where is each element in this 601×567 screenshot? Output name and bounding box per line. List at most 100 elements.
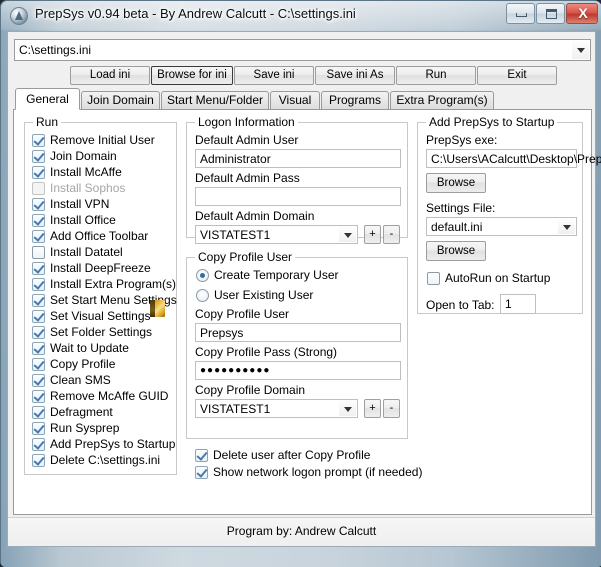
default-admin-user-input[interactable]: Administrator bbox=[195, 149, 401, 168]
tab-start-menu-folder[interactable]: Start Menu/Folder bbox=[161, 91, 269, 110]
run-checkbox-label: Set Visual Settings bbox=[50, 309, 151, 323]
remove-admin-domain-button[interactable]: - bbox=[383, 225, 400, 244]
settings-file-combobox[interactable]: default.ini bbox=[426, 217, 577, 236]
prepsys-exe-label: PrepSys exe: bbox=[426, 133, 497, 147]
add-admin-domain-button[interactable]: + bbox=[364, 225, 381, 244]
default-admin-pass-label: Default Admin Pass bbox=[195, 171, 300, 185]
run-checkbox-label: Join Domain bbox=[50, 149, 117, 163]
checkbox-indicator bbox=[32, 214, 45, 227]
tab-join-domain[interactable]: Join Domain bbox=[81, 91, 160, 110]
title-bar[interactable]: PrepSys v0.94 beta - By Andrew Calcutt -… bbox=[1, 1, 601, 31]
settings-file-value: default.ini bbox=[431, 220, 482, 234]
status-bar: Program by: Andrew Calcutt bbox=[8, 517, 595, 546]
tab-general[interactable]: General bbox=[15, 88, 80, 110]
run-checkbox-label: Add PrepSys to Startup bbox=[50, 437, 175, 451]
chevron-down-icon[interactable] bbox=[339, 401, 356, 416]
tab-strip: GeneralJoin DomainStart Menu/FolderVisua… bbox=[13, 88, 592, 110]
checkbox-indicator bbox=[32, 342, 45, 355]
ini-path-combobox[interactable]: C:\settings.ini bbox=[14, 39, 591, 61]
copy-profile-user-value: Prepsys bbox=[200, 326, 243, 340]
checkbox-indicator bbox=[32, 438, 45, 451]
tab-programs[interactable]: Programs bbox=[321, 91, 389, 110]
minimize-button[interactable] bbox=[506, 3, 535, 24]
run-checkbox-label: Install Sophos bbox=[50, 181, 125, 195]
run-checkbox-label: Add Office Toolbar bbox=[50, 229, 148, 243]
profile-option-label: Show network logon prompt (if needed) bbox=[213, 465, 422, 479]
checkbox-indicator bbox=[32, 310, 45, 323]
autorun-on-startup-label: AutoRun on Startup bbox=[445, 271, 550, 285]
copy-profile-domain-combobox[interactable]: VISTATEST1 bbox=[195, 399, 358, 418]
checkbox-indicator bbox=[32, 150, 45, 163]
run-checkbox-label: Set Folder Settings bbox=[50, 325, 152, 339]
prepsys-exe-value: C:\Users\ACalcutt\Desktop\Preps bbox=[431, 152, 601, 166]
add-copy-profile-domain-button[interactable]: + bbox=[364, 399, 381, 418]
run-checkbox-label: Defragment bbox=[50, 405, 113, 419]
checkbox-indicator bbox=[195, 466, 208, 479]
copy-profile-user-input[interactable]: Prepsys bbox=[195, 323, 401, 342]
checkbox-indicator bbox=[32, 230, 45, 243]
copy-profile-pass-label: Copy Profile Pass (Strong) bbox=[195, 345, 337, 359]
run-checkbox-label: Install VPN bbox=[50, 197, 109, 211]
window-title: PrepSys v0.94 beta - By Andrew Calcutt -… bbox=[35, 6, 356, 21]
run-checkbox-label: Delete C:\settings.ini bbox=[50, 453, 160, 467]
startup-group-legend: Add PrepSys to Startup bbox=[426, 115, 557, 129]
run-checkbox-label: Clean SMS bbox=[50, 373, 111, 387]
checkbox-indicator bbox=[32, 406, 45, 419]
client-area: C:\settings.ini Load iniBrowse for iniSa… bbox=[7, 31, 596, 547]
copy-profile-domain-value: VISTATEST1 bbox=[200, 402, 270, 416]
logon-information-group: Logon Information Default Admin User Adm… bbox=[186, 122, 408, 238]
tab-extra-program-s[interactable]: Extra Program(s) bbox=[390, 91, 494, 110]
browse-settings-button[interactable]: Browse bbox=[426, 241, 486, 261]
run-checkbox-label: Install Datatel bbox=[50, 245, 123, 259]
open-to-tab-value: 1 bbox=[505, 297, 512, 311]
chevron-down-icon[interactable] bbox=[558, 219, 575, 234]
prepsys-exe-input[interactable]: C:\Users\ACalcutt\Desktop\Preps bbox=[426, 149, 577, 168]
checkbox-indicator bbox=[32, 198, 45, 211]
default-admin-user-label: Default Admin User bbox=[195, 133, 298, 147]
copy-profile-domain-label: Copy Profile Domain bbox=[195, 383, 305, 397]
checkbox-indicator bbox=[32, 166, 45, 179]
default-admin-pass-input[interactable] bbox=[195, 187, 401, 206]
run-group: Run Remove Initial UserJoin DomainInstal… bbox=[24, 122, 177, 475]
toolbar-button-save-ini[interactable]: Save ini bbox=[234, 66, 314, 85]
default-admin-domain-value: VISTATEST1 bbox=[200, 228, 270, 242]
checkbox-indicator bbox=[32, 422, 45, 435]
run-checkbox-label: Remove McAffe GUID bbox=[50, 389, 168, 403]
checkbox-indicator bbox=[32, 390, 45, 403]
close-icon: X bbox=[567, 4, 599, 23]
chevron-down-icon[interactable] bbox=[339, 227, 356, 242]
app-icon bbox=[10, 7, 28, 25]
toolbar-button-browse-for-ini[interactable]: Browse for ini bbox=[151, 66, 233, 85]
logon-group-legend: Logon Information bbox=[195, 115, 298, 129]
copy-profile-pass-input[interactable]: ●●●●●●●●●● bbox=[195, 361, 401, 380]
folder-icon bbox=[150, 300, 165, 317]
toolbar-button-exit[interactable]: Exit bbox=[477, 66, 557, 85]
default-admin-domain-combobox[interactable]: VISTATEST1 bbox=[195, 225, 358, 244]
toolbar-button-load-ini[interactable]: Load ini bbox=[70, 66, 150, 85]
close-button[interactable]: X bbox=[566, 3, 598, 24]
toolbar-button-run[interactable]: Run bbox=[396, 66, 476, 85]
default-admin-user-value: Administrator bbox=[200, 152, 271, 166]
run-checkbox-label: Remove Initial User bbox=[50, 133, 155, 147]
checkbox-indicator bbox=[32, 294, 45, 307]
radio-use-existing-user-label: User Existing User bbox=[214, 288, 313, 302]
add-prepsys-to-startup-group: Add PrepSys to Startup PrepSys exe: C:\U… bbox=[417, 122, 583, 314]
profile-option-label: Delete user after Copy Profile bbox=[213, 448, 370, 462]
toolbar-button-save-ini-as[interactable]: Save ini As bbox=[315, 66, 395, 85]
remove-copy-profile-domain-button[interactable]: - bbox=[383, 399, 400, 418]
copy-profile-group-legend: Copy Profile User bbox=[195, 250, 295, 264]
maximize-icon bbox=[546, 9, 557, 19]
run-checkbox-label: Run Sysprep bbox=[50, 421, 119, 435]
copy-profile-pass-value: ●●●●●●●●●● bbox=[200, 365, 270, 376]
copy-profile-user-group: Copy Profile User Create Temporary User … bbox=[186, 257, 408, 439]
checkbox-indicator bbox=[32, 454, 45, 467]
open-to-tab-input[interactable]: 1 bbox=[500, 294, 536, 314]
maximize-button[interactable] bbox=[536, 3, 565, 24]
chevron-down-icon[interactable] bbox=[572, 41, 589, 59]
checkbox-indicator bbox=[195, 449, 208, 462]
browse-exe-button[interactable]: Browse bbox=[426, 173, 486, 193]
radio-indicator bbox=[196, 269, 209, 282]
tab-visual[interactable]: Visual bbox=[270, 91, 320, 110]
radio-create-temporary-user-label: Create Temporary User bbox=[214, 268, 339, 282]
radio-indicator bbox=[196, 289, 209, 302]
